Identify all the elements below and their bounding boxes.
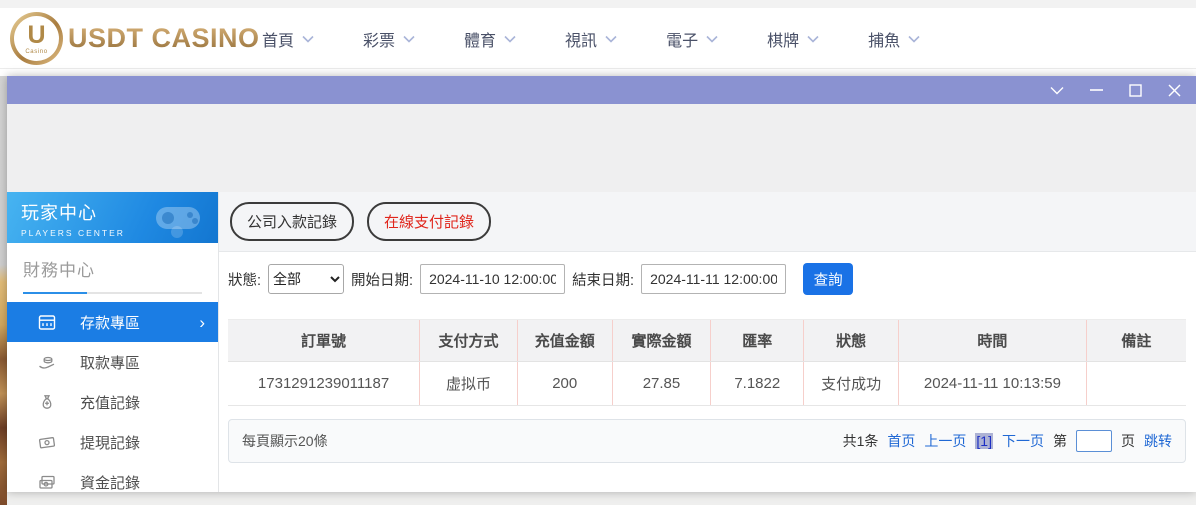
logo-letter: U	[27, 20, 46, 49]
header-actual-amount: 實際金額	[611, 319, 711, 362]
close-icon[interactable]	[1166, 82, 1182, 98]
cell-rate: 7.1822	[710, 361, 804, 406]
nav-item-fishing[interactable]: 捕魚	[868, 27, 920, 51]
background-bottom-strip	[7, 492, 1196, 505]
sidebar-item-label: 存款專區	[80, 314, 141, 332]
sidebar-item-recharge-record[interactable]: 充值記錄	[7, 382, 218, 422]
header-rate: 匯率	[710, 319, 804, 362]
player-center-window: 玩家中心 PLAYERS CENTER 財務中心 存款專區 › 取款專區 充值記…	[7, 76, 1196, 492]
sidebar-item-withdrawal-record[interactable]: 提現記錄	[7, 422, 218, 462]
record-tabs: 公司入款記錄 在線支付記錄	[219, 192, 1196, 252]
chevron-down-icon	[807, 35, 819, 43]
start-date-label: 開始日期:	[351, 272, 414, 289]
nav-item-lottery[interactable]: 彩票	[363, 27, 415, 51]
header-status: 狀態	[803, 319, 899, 362]
header-time: 時間	[898, 319, 1087, 362]
status-label: 狀態:	[228, 272, 262, 289]
sidebar-menu: 存款專區 › 取款專區 充值記錄 提現記錄 資金記錄	[7, 302, 218, 492]
filter-row: 狀態: 全部 開始日期: 結束日期: 查詢	[228, 259, 1186, 299]
records-table: 訂單號 支付方式 充值金額 實際金額 匯率 狀態 時間 備註 173129123…	[228, 319, 1186, 406]
sidebar-item-label: 充值記錄	[80, 394, 141, 412]
header-remark: 備註	[1085, 319, 1186, 362]
gamepad-icon	[156, 207, 200, 238]
logo-circle-icon: U Casino	[10, 12, 63, 65]
hand-coins-icon	[37, 353, 57, 372]
end-date-label: 結束日期:	[572, 272, 635, 289]
sidebar-item-deposit[interactable]: 存款專區 ›	[7, 302, 218, 342]
status-select[interactable]: 全部	[268, 264, 345, 294]
top-navbar: U Casino USDT CASINO 首頁 彩票 體育 視訊 電子 棋牌 捕…	[0, 8, 1196, 69]
current-page-badge: [1]	[975, 433, 993, 449]
deposit-card-icon	[37, 313, 57, 332]
page-jump-input[interactable]	[1076, 430, 1112, 452]
cell-pay-method: 虚拟币	[419, 361, 518, 406]
jump-button[interactable]: 跳转	[1144, 431, 1172, 451]
brand-logo[interactable]: U Casino USDT CASINO	[10, 12, 260, 65]
end-date-input[interactable]	[641, 264, 787, 294]
search-button[interactable]: 查詢	[803, 263, 854, 295]
section-divider	[23, 292, 202, 294]
brand-name: USDT CASINO	[68, 23, 260, 53]
sidebar-item-withdraw[interactable]: 取款專區	[7, 342, 218, 382]
sidebar-section: 財務中心	[7, 243, 218, 294]
tab-online-payment-record[interactable]: 在線支付記錄	[367, 202, 492, 241]
cell-status: 支付成功	[803, 361, 899, 406]
start-date-input[interactable]	[420, 264, 566, 294]
prev-page-link[interactable]: 上一页	[924, 431, 966, 451]
sidebar-item-label: 提現記錄	[80, 434, 141, 452]
nav-item-home[interactable]: 首頁	[262, 27, 314, 51]
cell-order-no: 1731291239011187	[228, 361, 420, 406]
chevron-down-icon	[504, 35, 516, 43]
sidebar-header: 玩家中心 PLAYERS CENTER	[7, 192, 218, 243]
banknote-icon	[37, 433, 57, 452]
first-page-link[interactable]: 首页	[887, 431, 915, 451]
window-titlebar	[7, 76, 1196, 104]
logo-sub-label: Casino	[25, 48, 48, 55]
cell-recharge-amount: 200	[516, 361, 613, 406]
chevron-down-icon	[302, 35, 314, 43]
collapse-icon[interactable]	[1049, 82, 1065, 98]
minimize-icon[interactable]	[1088, 82, 1104, 98]
header-recharge-amount: 充值金額	[516, 319, 613, 362]
next-page-link[interactable]: 下一页	[1002, 431, 1044, 451]
page-size-text: 每頁顯示20條	[242, 433, 328, 449]
header-pay-method: 支付方式	[419, 319, 518, 362]
pagination-bar: 每頁顯示20條 共1条 首页 上一页 [1] 下一页 第 页 跳转	[228, 419, 1186, 463]
total-count-text: 共1条	[842, 433, 879, 449]
money-bag-icon	[37, 393, 57, 412]
chevron-down-icon	[403, 35, 415, 43]
nav-item-video[interactable]: 視訊	[565, 27, 617, 51]
sidebar-item-label: 資金記錄	[80, 474, 141, 492]
cell-time: 2024-11-11 10:13:59	[898, 361, 1087, 406]
table-header-row: 訂單號 支付方式 充值金額 實際金額 匯率 狀態 時間 備註	[228, 319, 1186, 362]
tab-company-deposit-record[interactable]: 公司入款記錄	[230, 202, 355, 241]
nav-item-sports[interactable]: 體育	[464, 27, 516, 51]
chevron-down-icon	[908, 35, 920, 43]
sidebar: 玩家中心 PLAYERS CENTER 財務中心 存款專區 › 取款專區 充值記…	[7, 192, 219, 492]
header-order-no: 訂單號	[228, 319, 420, 362]
main-nav: 首頁 彩票 體育 視訊 電子 棋牌 捕魚	[262, 8, 920, 69]
jump-suffix-label: 页	[1121, 433, 1135, 449]
pager: 共1条 首页 上一页 [1] 下一页 第 页 跳转	[843, 430, 1172, 452]
chevron-right-icon: ›	[199, 312, 205, 332]
cell-actual-amount: 27.85	[611, 361, 711, 406]
page-top-strip	[0, 0, 1196, 8]
main-content: 公司入款記錄 在線支付記錄 狀態: 全部 開始日期: 結束日期: 查詢	[219, 192, 1196, 492]
section-title: 財務中心	[23, 261, 95, 280]
nav-item-chess[interactable]: 棋牌	[767, 27, 819, 51]
chevron-down-icon	[706, 35, 718, 43]
jump-prefix-label: 第	[1053, 433, 1067, 449]
sidebar-item-label: 取款專區	[80, 354, 141, 372]
nav-item-slots[interactable]: 電子	[666, 27, 718, 51]
chevron-down-icon	[605, 35, 617, 43]
background-page-edge	[0, 76, 7, 505]
banknotes-stack-icon	[37, 473, 57, 492]
table-row: 1731291239011187 虚拟币 200 27.85 7.1822 支付…	[228, 361, 1186, 406]
sidebar-item-funds-record[interactable]: 資金記錄	[7, 462, 218, 492]
cell-remark	[1085, 361, 1186, 406]
records-panel: 狀態: 全部 開始日期: 結束日期: 查詢 訂單號 支付方式	[219, 252, 1196, 463]
maximize-icon[interactable]	[1127, 82, 1143, 98]
